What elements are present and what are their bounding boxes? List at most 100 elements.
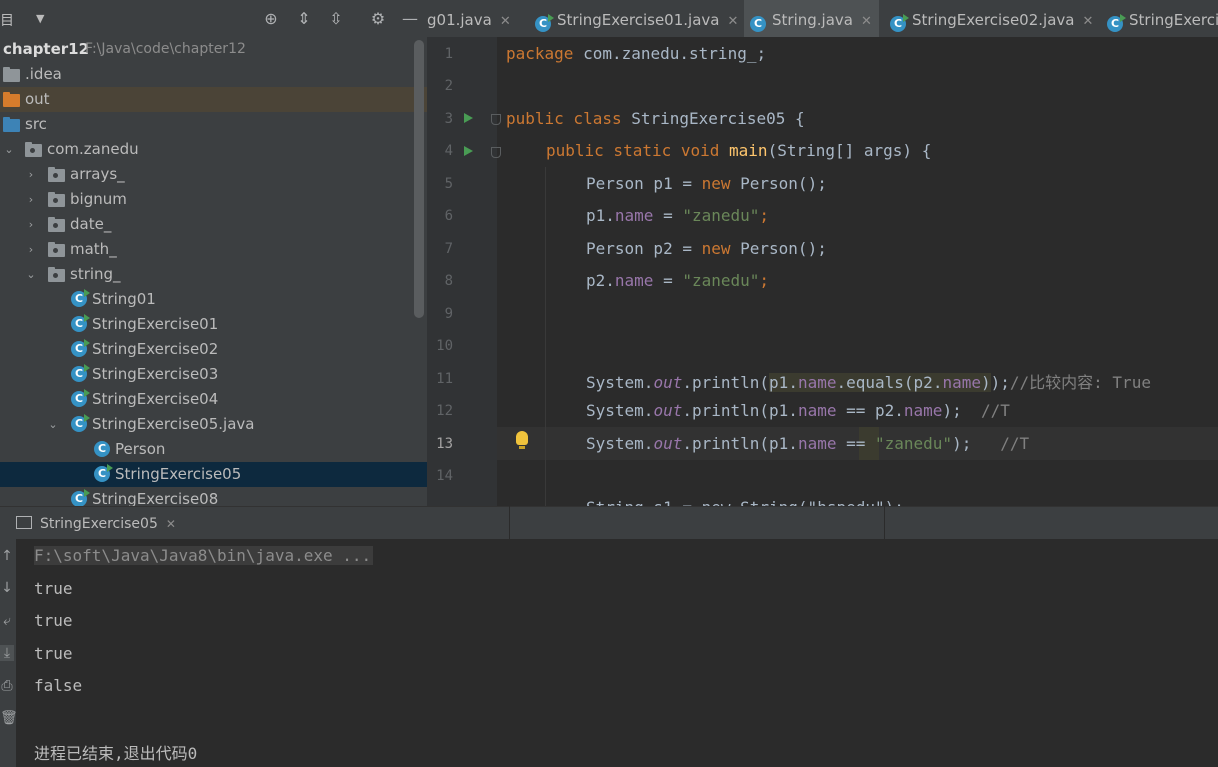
run-icon[interactable] <box>464 146 473 156</box>
locate-icon[interactable]: ⊕ <box>261 9 281 29</box>
code-text: ); <box>952 434 972 453</box>
console-output[interactable]: F:\soft\Java\Java8\bin\java.exe ... true… <box>16 539 1218 767</box>
tree-root[interactable]: chapter12 F:\Java\code\chapter12 <box>0 37 427 62</box>
tree-item-stringexercise03[interactable]: C StringExercise03 <box>0 362 427 387</box>
string-literal: "zanedu" <box>875 434 953 453</box>
tree-root-name: chapter12 <box>3 40 90 58</box>
console-icon <box>16 516 32 529</box>
trash-icon[interactable]: 🗑 <box>0 710 18 726</box>
tree-item-string01[interactable]: C String01 <box>0 287 427 312</box>
line-number: 1 <box>444 46 453 62</box>
close-icon[interactable]: ✕ <box>1082 14 1093 29</box>
package-icon <box>48 167 65 182</box>
comment: //T <box>961 401 1010 420</box>
close-icon[interactable]: ✕ <box>727 14 738 29</box>
fold-icon[interactable] <box>491 114 501 125</box>
tab-stringexercise01[interactable]: C StringExercise01.java ✕ <box>535 0 742 37</box>
run-side-toolbar: ↑ ↓ ⤶ ⤓ ⎙ 🗑 <box>0 539 18 767</box>
tab-label: StringExercise02.java <box>912 11 1075 29</box>
tree-item-date[interactable]: › date_ <box>0 212 427 237</box>
close-icon[interactable]: ✕ <box>166 517 176 531</box>
chevron-right-icon[interactable]: › <box>25 187 37 212</box>
tree-item-label: StringExercise05.java <box>92 415 255 433</box>
console-line: true <box>34 579 73 598</box>
chevron-right-icon[interactable]: › <box>25 162 37 187</box>
code-text: System. <box>586 434 654 453</box>
tab-stringexercise-overflow[interactable]: C StringExerci <box>1107 0 1218 37</box>
console-line: true <box>34 611 73 630</box>
collapse-all-icon[interactable]: ⇳ <box>326 9 346 29</box>
tree-item-math[interactable]: › math_ <box>0 237 427 262</box>
tree-item-arrays[interactable]: › arrays_ <box>0 162 427 187</box>
project-scrollbar[interactable] <box>414 40 424 318</box>
code-text: Person p2 = <box>586 239 702 258</box>
code-line-6: p1.name = "zanedu"; <box>586 206 769 225</box>
chevron-down-icon[interactable]: ⌄ <box>47 412 59 437</box>
soft-wrap-icon[interactable]: ⤶ <box>0 613 14 629</box>
run-tab[interactable]: StringExercise05 ✕ <box>16 507 176 540</box>
tab-string-java[interactable]: C String.java ✕ <box>744 0 879 37</box>
close-icon[interactable]: ✕ <box>500 14 511 29</box>
editor-gutter: 1 2 3 4 5 6 7 8 9 10 11 12 13 14 <box>427 37 501 506</box>
line-number: 2 <box>444 78 453 94</box>
chevron-right-icon[interactable]: › <box>25 212 37 237</box>
code-text: ; <box>759 206 770 225</box>
lightbulb-icon[interactable] <box>516 431 528 449</box>
class-icon: C <box>71 339 90 357</box>
tree-item-com-zanedu[interactable]: ⌄ com.zanedu <box>0 137 427 162</box>
package-icon <box>48 267 65 282</box>
tree-item-label: .idea <box>25 65 62 83</box>
field: name <box>903 401 943 420</box>
run-icon[interactable] <box>464 113 473 123</box>
project-panel: 项目 ▼ ⊕ ⇕ ⇳ ⚙ — chapter12 F:\Java\code\ch… <box>0 0 427 506</box>
tree-item-stringexercise05[interactable]: C StringExercise05 <box>0 462 427 487</box>
tree-item-out[interactable]: out <box>0 87 427 112</box>
tree-item-idea[interactable]: .idea <box>0 62 427 87</box>
gear-icon[interactable]: ⚙ <box>368 9 388 29</box>
field: name <box>797 373 837 392</box>
tree-item-src[interactable]: src <box>0 112 427 137</box>
run-panel-header: StringExercise05 ✕ <box>0 506 1218 540</box>
line-number: 10 <box>436 338 453 354</box>
field: name <box>797 401 837 420</box>
package-icon <box>48 242 65 257</box>
expand-all-icon[interactable]: ⇕ <box>294 9 314 29</box>
tree-item-stringexercise02[interactable]: C StringExercise02 <box>0 337 427 362</box>
tree-item-person[interactable]: C Person <box>0 437 427 462</box>
chevron-down-icon[interactable]: ▼ <box>36 12 44 25</box>
tree-item-label: src <box>25 115 47 133</box>
package-icon <box>48 192 65 207</box>
arrow-down-icon[interactable]: ↓ <box>0 580 14 596</box>
chevron-down-icon[interactable]: ⌄ <box>3 137 15 162</box>
console-line: false <box>34 676 83 695</box>
code-text: .println( <box>682 373 770 392</box>
tree-item-stringexercise01[interactable]: C StringExercise01 <box>0 312 427 337</box>
chevron-down-icon[interactable]: ⌄ <box>25 262 37 287</box>
fold-icon[interactable] <box>491 147 501 158</box>
scroll-to-end-icon[interactable]: ⤓ <box>0 645 14 661</box>
hide-icon[interactable]: — <box>400 9 420 29</box>
code-editor[interactable]: 1 2 3 4 5 6 7 8 9 10 11 12 13 14 package… <box>427 37 1218 506</box>
keyword: new <box>701 174 731 193</box>
tab-string01[interactable]: g01.java ✕ <box>427 0 524 37</box>
code-line-5: Person p1 = new Person(); <box>586 174 827 193</box>
tree-item-stringexercise05-java[interactable]: ⌄ C StringExercise05.java <box>0 412 427 437</box>
code-text: (String[] args) { <box>767 141 932 160</box>
tree-item-stringexercise08[interactable]: C StringExercise08 <box>0 487 427 506</box>
line-number: 8 <box>444 273 453 289</box>
line-number: 5 <box>444 176 453 192</box>
chevron-right-icon[interactable]: › <box>25 237 37 262</box>
arrow-up-icon[interactable]: ↑ <box>0 548 14 564</box>
code-text: Person p1 = <box>586 174 702 193</box>
tab-stringexercise02[interactable]: C StringExercise02.java ✕ <box>890 0 1093 37</box>
tree-item-bignum[interactable]: › bignum <box>0 187 427 212</box>
project-toolbar: 项目 ▼ ⊕ ⇕ ⇳ ⚙ — <box>0 0 427 37</box>
code-line-1: package com.zanedu.string_; <box>506 44 766 63</box>
tree-item-string[interactable]: ⌄ string_ <box>0 262 427 287</box>
tree-item-stringexercise04[interactable]: C StringExercise04 <box>0 387 427 412</box>
field: name <box>614 206 654 225</box>
print-icon[interactable]: ⎙ <box>0 678 14 694</box>
close-icon[interactable]: ✕ <box>861 14 872 29</box>
project-panel-title[interactable]: 项目 <box>0 10 14 30</box>
line-number-current: 13 <box>436 436 453 452</box>
